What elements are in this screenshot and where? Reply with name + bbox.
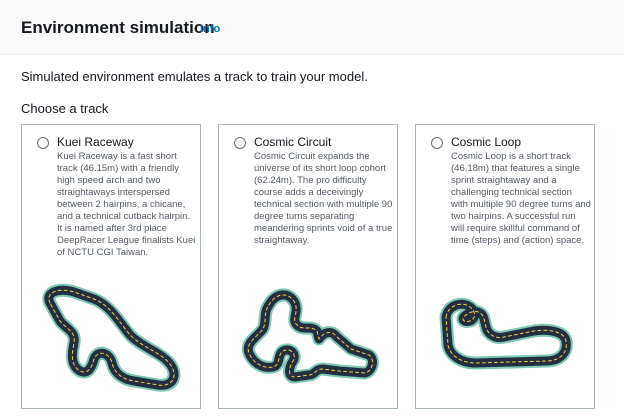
track-radio-cosmic-circuit[interactable] [234,137,246,149]
section-header: Environment simulation Info [0,0,624,55]
track-map-image [241,288,379,384]
track-map-image [439,297,573,370]
track-radio-kuei-raceway[interactable] [37,137,49,149]
section-description: Simulated environment emulates a track t… [21,69,368,84]
track-description: Cosmic Loop is a short track (46.18m) th… [451,151,591,246]
info-link[interactable]: Info [200,23,220,35]
track-description: Kuei Raceway is a fast short track (46.1… [57,151,196,258]
track-name: Cosmic Circuit [254,135,332,149]
track-name: Cosmic Loop [451,135,522,149]
choose-track-label: Choose a track [21,101,109,116]
track-card-cosmic-loop[interactable]: Cosmic Loop Cosmic Loop is a short track… [415,124,595,409]
track-map-image [42,283,181,392]
track-card-kuei-raceway[interactable]: Kuei Raceway Kuei Raceway is a fast shor… [21,124,201,409]
track-radio-cosmic-loop[interactable] [431,137,443,149]
section-title: Environment simulation [21,18,215,37]
track-name: Kuei Raceway [57,135,134,149]
track-description: Cosmic Circuit expands the universe of i… [254,151,393,246]
track-card-cosmic-circuit[interactable]: Cosmic Circuit Cosmic Circuit expands th… [218,124,398,409]
